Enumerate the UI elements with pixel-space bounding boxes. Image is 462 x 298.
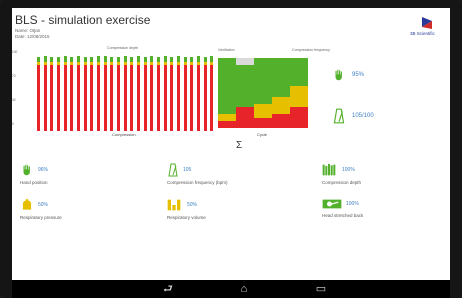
metric-pressure-label: Respiratory pressure	[20, 215, 62, 220]
frequency-stack-bars	[218, 58, 308, 128]
metric-respiratory-volume: 50% Respiratory volume	[167, 198, 206, 220]
metric-head-label: Head stretched back	[322, 213, 364, 218]
metric-frequency-value: 105	[183, 167, 192, 173]
brand-logo: 3B Scientific	[408, 15, 442, 37]
frequency-segment-red	[290, 107, 308, 128]
panel-right-title-right: Compression frequency	[292, 48, 330, 52]
metronome-icon	[333, 108, 345, 124]
metric-head-stretched: 100% Head stretched back	[322, 198, 363, 218]
frequency-segment-yellow	[290, 86, 308, 107]
panel-right-title-left: Ventilation	[218, 48, 235, 52]
metric-respiratory-pressure: 50% Respiratory pressure	[20, 198, 62, 220]
metric-depth-label: Compression depth	[322, 180, 362, 185]
frequency-segment-green	[272, 58, 290, 97]
recent-apps-button[interactable]: ▭	[309, 282, 333, 296]
frequency-segment-green	[254, 58, 272, 104]
frequency-column	[236, 58, 254, 128]
frequency-segment-green	[218, 58, 236, 114]
android-navbar: ⮐ ⌂ ▭	[12, 280, 450, 298]
frequency-segment-yellow	[218, 114, 236, 121]
tablet-frame: BLS - simulation exercise Name: Otjan Da…	[0, 0, 462, 298]
kpi-frequency-value: 105/100	[352, 113, 374, 119]
metric-head-value: 100%	[346, 201, 359, 207]
frequency-segment-green	[290, 58, 308, 86]
frequency-segment-red	[236, 107, 254, 128]
metronome-icon	[168, 163, 178, 177]
hand-icon	[335, 69, 342, 81]
metric-depth-value: 100%	[342, 167, 355, 173]
frequency-panel: Ventilation Compression frequency Cycle	[12, 48, 450, 137]
frequency-column	[290, 58, 308, 128]
metric-pressure-value: 50%	[38, 202, 49, 208]
frequency-segment-red	[218, 121, 236, 128]
frequency-segment-red	[272, 114, 290, 128]
back-button[interactable]: ⮐	[156, 282, 180, 296]
right-x-label: Cycle	[257, 132, 268, 137]
date-line: Date: 12/08/2015	[15, 34, 50, 39]
name-line: Name: Otjan	[15, 28, 41, 33]
metric-volume-label: Respiratory volume	[167, 215, 206, 220]
ruler-icon	[322, 164, 336, 176]
hand-icon	[23, 164, 30, 176]
frequency-column	[254, 58, 272, 128]
head-tilt-icon	[322, 199, 342, 209]
metric-frequency: 105 Compression frequency (bpm)	[167, 163, 228, 185]
app-screen: BLS - simulation exercise Name: Otjan Da…	[12, 8, 450, 280]
frequency-segment-green	[236, 65, 254, 107]
frequency-segment-red	[254, 117, 272, 128]
sigma-symbol: Σ	[236, 140, 243, 151]
kpi-frequency: 105/100	[332, 108, 374, 124]
metric-hand-label: Hand position	[20, 180, 48, 185]
home-button[interactable]: ⌂	[232, 282, 256, 296]
metric-volume-value: 50%	[187, 202, 198, 208]
metric-hand-position: 96% Hand position	[20, 163, 48, 185]
volume-icon	[167, 199, 181, 211]
pressure-icon	[22, 199, 32, 210]
kpi-hand-position: 95%	[332, 68, 364, 82]
page-title: BLS - simulation exercise	[15, 13, 151, 27]
svg-text:3B Scientific: 3B Scientific	[410, 31, 436, 36]
kpi-hand-position-value: 95%	[352, 72, 365, 78]
metric-frequency-label: Compression frequency (bpm)	[167, 180, 228, 185]
metric-hand-value: 96%	[38, 167, 49, 173]
frequency-segment-yellow	[272, 96, 290, 114]
frequency-column	[218, 58, 236, 128]
metric-compression-depth: 100% Compression depth	[322, 163, 361, 185]
frequency-column	[272, 58, 290, 128]
frequency-segment-yellow	[254, 103, 272, 118]
3b-logo-icon: 3B Scientific	[410, 17, 436, 36]
